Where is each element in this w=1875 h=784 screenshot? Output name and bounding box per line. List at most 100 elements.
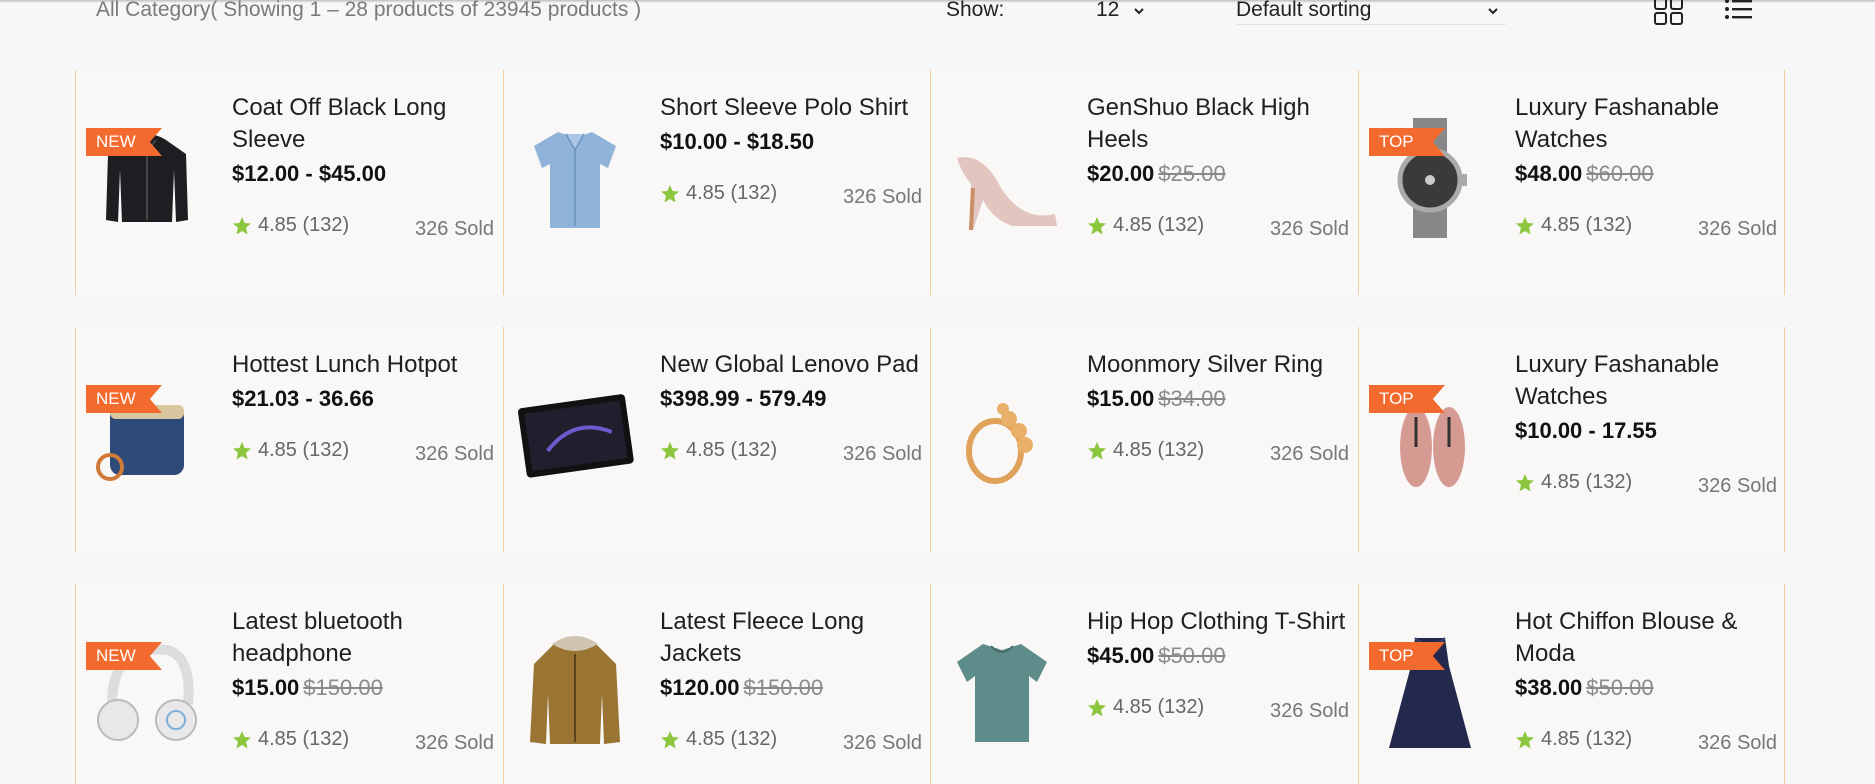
product-image[interactable] [943, 367, 1061, 497]
product-title[interactable]: Hottest Lunch Hotpot [232, 349, 494, 381]
chevron-down-icon [1488, 8, 1498, 15]
old-price: $34.00 [1158, 386, 1226, 411]
product-rating: 4.85 (132) [1515, 214, 1632, 237]
old-price: $50.00 [1586, 675, 1654, 700]
product-card[interactable]: Hip Hop Clothing T-Shirt $45.00 $50.00 4.… [930, 584, 1356, 784]
star-icon [1516, 730, 1534, 748]
product-price: $12.00 - $45.00 [232, 160, 494, 188]
product-title[interactable]: Luxury Fashanable Watches [1515, 92, 1777, 156]
product-price: $48.00 $60.00 [1515, 160, 1777, 188]
product-image[interactable] [943, 624, 1061, 754]
list-view-icon[interactable] [1722, 0, 1756, 26]
sold-count: 326 Sold [1698, 475, 1777, 497]
product-card[interactable]: GenShuo Black High Heels $20.00 $25.00 4.… [930, 70, 1356, 295]
product-title[interactable]: Moonmory Silver Ring [1087, 349, 1349, 381]
sort-value: Default sorting [1236, 0, 1372, 21]
product-rating: 4.85 (132) [1515, 471, 1632, 494]
product-card[interactable]: Moonmory Silver Ring $15.00 $34.00 4.85 (… [930, 327, 1356, 552]
current-price: $10.00 - $18.50 [660, 129, 815, 154]
rating-value: 4.85 (132) [258, 728, 350, 750]
product-image[interactable] [516, 367, 634, 497]
product-price: $45.00 $50.00 [1087, 642, 1349, 670]
product-title[interactable]: Latest Fleece Long Jackets [660, 606, 922, 670]
product-title[interactable]: GenShuo Black High Heels [1087, 92, 1349, 156]
product-card[interactable]: NEW Latest bluetooth headphone $15.00 $15… [75, 584, 501, 784]
star-icon [1516, 216, 1534, 234]
product-title[interactable]: Hip Hop Clothing T-Shirt [1087, 606, 1349, 638]
star-icon [1088, 216, 1106, 234]
results-count: All Category( Showing 1 – 28 products of… [96, 0, 642, 21]
old-price: $25.00 [1158, 161, 1226, 186]
rating-value: 4.85 (132) [686, 439, 778, 461]
sold-count: 326 Sold [1270, 700, 1349, 722]
current-price: $21.03 - 36.66 [232, 386, 374, 411]
product-title[interactable]: Hot Chiffon Blouse & Moda [1515, 606, 1777, 670]
product-price: $15.00 $34.00 [1087, 385, 1349, 413]
product-rating: 4.85 (132) [660, 439, 777, 462]
star-icon [661, 730, 679, 748]
product-card[interactable]: New Global Lenovo Pad $398.99 - 579.49 4… [503, 327, 929, 552]
rating-value: 4.85 (132) [258, 439, 350, 461]
product-card[interactable]: NEW Coat Off Black Long Sleeve $12.00 - … [75, 70, 501, 295]
product-price: $10.00 - $18.50 [660, 128, 922, 156]
old-price: $50.00 [1158, 643, 1226, 668]
product-card[interactable]: NEW Hottest Lunch Hotpot $21.03 - 36.66 … [75, 327, 501, 552]
star-icon [233, 441, 251, 459]
old-price: $60.00 [1586, 161, 1654, 186]
product-rating: 4.85 (132) [232, 214, 349, 237]
product-price: $20.00 $25.00 [1087, 160, 1349, 188]
current-price: $12.00 - $45.00 [232, 161, 387, 186]
per-page-value: 12 [1096, 0, 1120, 21]
sold-count: 326 Sold [843, 186, 922, 208]
star-icon [1088, 698, 1106, 716]
rating-value: 4.85 (132) [258, 214, 350, 236]
product-card[interactable]: TOP Hot Chiffon Blouse & Moda $38.00 $50.… [1358, 584, 1785, 784]
product-rating: 4.85 (132) [1087, 214, 1204, 237]
product-image[interactable] [943, 110, 1061, 240]
star-icon [233, 216, 251, 234]
product-rating: 4.85 (132) [660, 182, 777, 205]
product-price: $38.00 $50.00 [1515, 674, 1777, 702]
product-title[interactable]: Latest bluetooth headphone [232, 606, 494, 670]
product-rating: 4.85 (132) [232, 728, 349, 751]
product-price: $120.00 $150.00 [660, 674, 922, 702]
sold-count: 326 Sold [1698, 732, 1777, 754]
shop-toolbar: All Category( Showing 1 – 28 products of… [0, 0, 1875, 30]
rating-value: 4.85 (132) [686, 182, 778, 204]
star-icon [233, 730, 251, 748]
product-title[interactable]: New Global Lenovo Pad [660, 349, 922, 381]
per-page-select[interactable]: 12 [1096, 0, 1148, 24]
product-image[interactable] [516, 110, 634, 240]
star-icon [1088, 441, 1106, 459]
sold-count: 326 Sold [843, 732, 922, 754]
sort-select[interactable]: Default sorting [1236, 0, 1506, 25]
product-price: $15.00 $150.00 [232, 674, 494, 702]
star-icon [661, 184, 679, 202]
current-price: $10.00 - 17.55 [1515, 418, 1657, 443]
rating-value: 4.85 (132) [1541, 214, 1633, 236]
rating-value: 4.85 (132) [686, 728, 778, 750]
current-price: $15.00 [1087, 386, 1155, 411]
product-title[interactable]: Luxury Fashanable Watches [1515, 349, 1777, 413]
star-icon [1516, 473, 1534, 491]
product-card[interactable]: TOP Luxury Fashanable Watches $48.00 $60.… [1358, 70, 1785, 295]
grid-view-icon[interactable] [1652, 0, 1686, 26]
product-card[interactable]: Short Sleeve Polo Shirt $10.00 - $18.50 … [503, 70, 929, 295]
product-title[interactable]: Short Sleeve Polo Shirt [660, 92, 922, 124]
star-icon [661, 441, 679, 459]
product-rating: 4.85 (132) [232, 439, 349, 462]
current-price: $120.00 [660, 675, 740, 700]
rating-value: 4.85 (132) [1113, 439, 1205, 461]
product-title[interactable]: Coat Off Black Long Sleeve [232, 92, 494, 156]
product-price: $10.00 - 17.55 [1515, 417, 1777, 445]
rating-value: 4.85 (132) [1541, 728, 1633, 750]
product-rating: 4.85 (132) [660, 728, 777, 751]
rating-value: 4.85 (132) [1541, 471, 1633, 493]
sold-count: 326 Sold [1270, 218, 1349, 240]
product-card[interactable]: TOP Luxury Fashanable Watches $10.00 - 1… [1358, 327, 1785, 552]
old-price: $150.00 [743, 675, 824, 700]
product-rating: 4.85 (132) [1087, 696, 1204, 719]
rating-value: 4.85 (132) [1113, 696, 1205, 718]
product-image[interactable] [516, 624, 634, 754]
product-card[interactable]: Latest Fleece Long Jackets $120.00 $150.0… [503, 584, 929, 784]
